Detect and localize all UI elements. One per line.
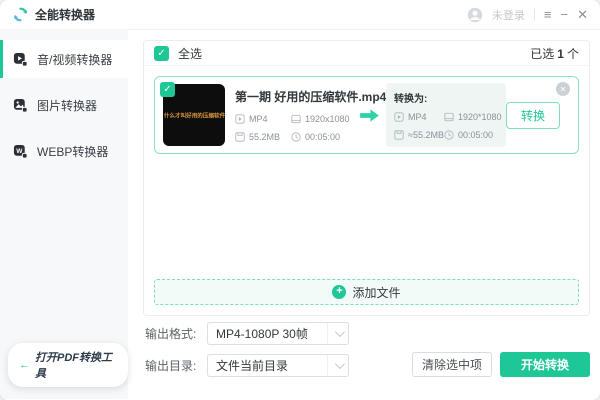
titlebar-controls: 未登录 ≡ − ✕ <box>467 7 588 23</box>
output-directory-select[interactable]: 文件当前目录 <box>207 354 349 377</box>
selected-prefix: 已选 <box>530 46 555 61</box>
target-format: MP4 <box>394 112 444 122</box>
chevron-down-icon <box>327 323 348 344</box>
action-buttons: 清除选中项 开始转换 <box>412 352 590 377</box>
target-size-value: ≈55.2MB <box>408 130 444 140</box>
source-format-value: MP4 <box>249 114 268 124</box>
add-file-label: 添加文件 <box>352 285 401 300</box>
app-body: 音/视频转换器 图片转换器 W WEBP转换器 ← 打开PDF转换工具 ✓ 全选… <box>0 30 600 399</box>
output-format-select[interactable]: MP4-1080P 30帧 <box>207 322 349 345</box>
select-all-label: 全选 <box>178 46 203 61</box>
video-play-icon <box>13 52 28 67</box>
source-duration: 00:05:00 <box>291 132 361 142</box>
file-list-panel: ✓ 全选 已选 1 个 ✓ 什么才叫好用的压缩软件 第一期 好用的压缩软件.mp4 <box>143 40 590 316</box>
start-convert-button[interactable]: 开始转换 <box>500 352 590 377</box>
output-directory-value: 文件当前目录 <box>216 359 289 373</box>
open-pdf-tool-button[interactable]: ← 打开PDF转换工具 <box>8 343 128 387</box>
file-card: ✓ 什么才叫好用的压缩软件 第一期 好用的压缩软件.mp4 MP4 1920x1… <box>154 76 579 154</box>
webp-icon: W <box>13 144 28 159</box>
titlebar-divider <box>533 8 535 21</box>
size-icon <box>235 132 245 142</box>
output-format-label: 输出格式: <box>145 327 197 341</box>
convert-arrow-icon <box>359 108 380 123</box>
output-directory-row: 输出目录: 文件当前目录 <box>145 354 349 377</box>
pdf-tool-label: 打开PDF转换工具 <box>35 352 112 380</box>
file-name: 第一期 好用的压缩软件.mp4 <box>235 90 387 104</box>
source-size: 55.2MB <box>235 132 291 142</box>
target-resolution: 1920*1080 <box>444 112 508 122</box>
add-file-button[interactable]: + 添加文件 <box>154 279 579 305</box>
selected-suffix: 个 <box>566 46 579 61</box>
sidebar-item-webp-converter[interactable]: W WEBP转换器 <box>0 132 128 170</box>
selected-count-number: 1 <box>557 46 564 61</box>
sidebar-item-label: WEBP转换器 <box>37 144 109 159</box>
app-logo-icon <box>12 6 29 23</box>
image-icon <box>13 98 28 113</box>
resolution-icon <box>444 112 454 122</box>
format-icon <box>394 112 404 122</box>
clock-icon <box>444 130 454 140</box>
source-format: MP4 <box>235 114 291 124</box>
target-info-panel: 转换为: MP4 1920*1080 ≈55.2MB 00:05:00 <box>386 83 506 147</box>
convert-to-label: 转换为: <box>394 94 428 105</box>
target-duration: 00:05:00 <box>444 130 508 140</box>
avatar[interactable] <box>467 7 483 23</box>
target-details: MP4 1920*1080 ≈55.2MB 00:05:00 <box>394 112 502 140</box>
chevron-down-icon <box>327 355 348 376</box>
format-icon <box>235 114 245 124</box>
bottom-bar: 输出格式: MP4-1080P 30帧 输出目录: 文件当前目录 清除选中项 开… <box>143 316 590 399</box>
minimize-icon[interactable]: − <box>561 8 569 21</box>
target-size: ≈55.2MB <box>394 130 444 140</box>
list-header: ✓ 全选 已选 1 个 <box>144 41 589 66</box>
file-checkbox[interactable]: ✓ <box>160 82 175 97</box>
menu-icon[interactable]: ≡ <box>544 8 552 21</box>
source-file-info: 第一期 好用的压缩软件.mp4 MP4 1920x1080 55.2MB 00:… <box>235 88 387 142</box>
sidebar-item-image-converter[interactable]: 图片转换器 <box>0 86 128 124</box>
target-resolution-value: 1920*1080 <box>458 112 502 122</box>
main-area: ✓ 全选 已选 1 个 ✓ 什么才叫好用的压缩软件 第一期 好用的压缩软件.mp4 <box>128 30 600 399</box>
source-details: MP4 1920x1080 55.2MB 00:05:00 <box>235 114 357 142</box>
source-resolution-value: 1920x1080 <box>305 114 350 124</box>
clear-selected-button[interactable]: 清除选中项 <box>412 352 492 377</box>
select-all-checkbox[interactable]: ✓ <box>154 45 169 61</box>
thumbnail-caption: 什么才叫好用的压缩软件 <box>163 112 225 119</box>
output-format-value: MP4-1080P 30帧 <box>216 327 308 341</box>
remove-file-icon[interactable]: ✕ <box>556 82 570 96</box>
titlebar: 全能转换器 未登录 ≡ − ✕ <box>0 0 600 30</box>
sidebar-item-label: 图片转换器 <box>37 98 98 113</box>
sidebar: 音/视频转换器 图片转换器 W WEBP转换器 ← 打开PDF转换工具 <box>0 30 128 399</box>
login-status[interactable]: 未登录 <box>492 7 525 23</box>
app-window: 全能转换器 未登录 ≡ − ✕ 音/视频转换器 图片转换器 W WEBP转换器 … <box>0 0 600 400</box>
target-format-value: MP4 <box>408 112 427 122</box>
size-icon <box>394 130 404 140</box>
close-icon[interactable]: ✕ <box>577 8 588 21</box>
target-duration-value: 00:05:00 <box>458 130 494 140</box>
arrow-left-icon: ← <box>19 359 30 371</box>
resolution-icon <box>291 114 301 124</box>
convert-button[interactable]: 转换 <box>506 101 560 129</box>
output-settings: 输出格式: MP4-1080P 30帧 输出目录: 文件当前目录 <box>145 322 349 377</box>
source-size-value: 55.2MB <box>249 132 281 142</box>
output-directory-label: 输出目录: <box>145 359 197 373</box>
source-resolution: 1920x1080 <box>291 114 361 124</box>
app-title: 全能转换器 <box>35 8 96 22</box>
plus-icon: + <box>332 285 347 299</box>
clock-icon <box>291 132 301 142</box>
source-duration-value: 00:05:00 <box>305 132 341 142</box>
sidebar-item-audio-video-converter[interactable]: 音/视频转换器 <box>0 40 128 78</box>
output-format-row: 输出格式: MP4-1080P 30帧 <box>145 322 349 345</box>
sidebar-item-label: 音/视频转换器 <box>37 52 113 67</box>
selected-count: 已选 1 个 <box>530 45 579 62</box>
